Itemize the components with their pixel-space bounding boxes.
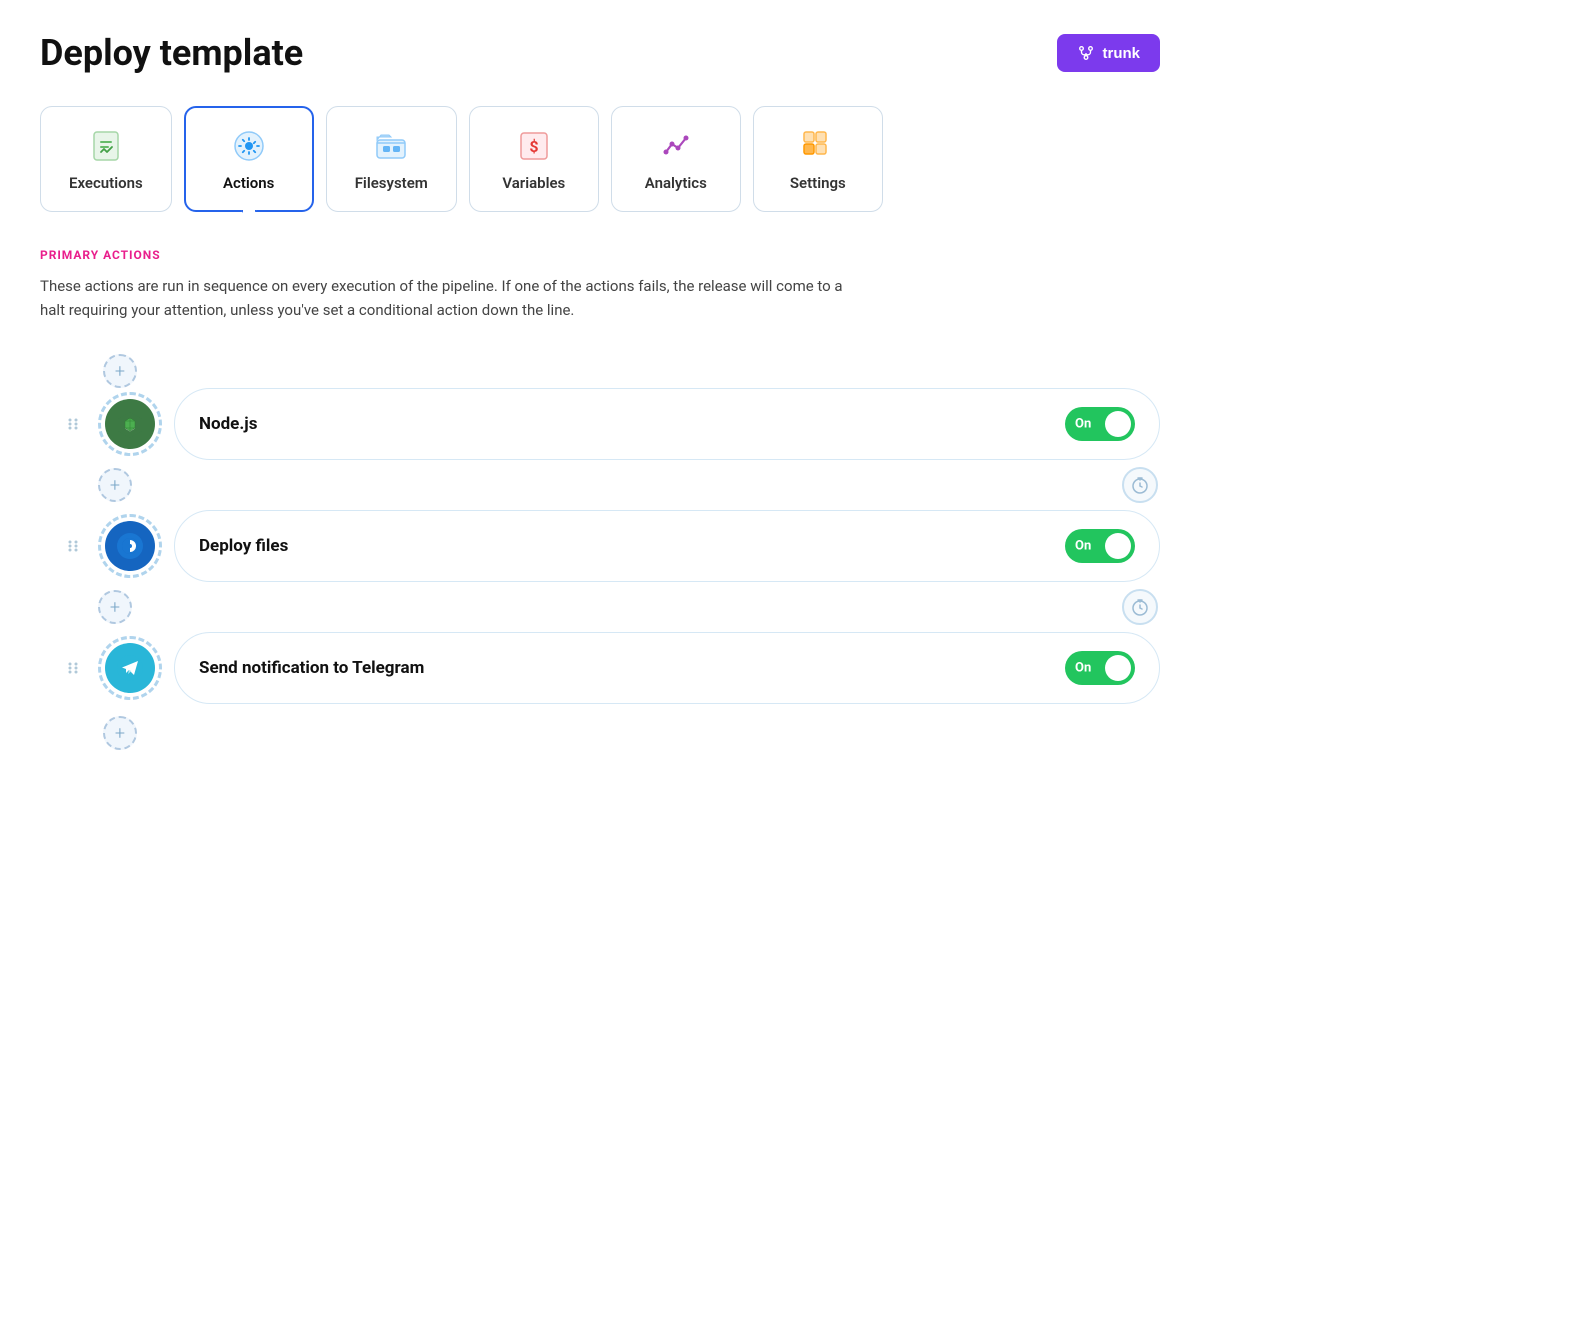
add-btn-top-wrap: + bbox=[90, 354, 150, 388]
action-name-telegram: Send notification to Telegram bbox=[199, 658, 424, 678]
action-row-telegram: Send notification to Telegram On bbox=[60, 632, 1160, 704]
executions-icon bbox=[86, 126, 126, 166]
pipeline-item-deploy: Deploy files On bbox=[60, 510, 1160, 582]
add-action-top-button[interactable]: + bbox=[103, 354, 137, 388]
connector-col-1: + bbox=[70, 460, 160, 510]
toggle-nodejs-knob bbox=[1105, 411, 1131, 437]
toggle-deploy-label: On bbox=[1075, 539, 1091, 554]
tab-actions[interactable]: Actions bbox=[184, 106, 314, 212]
timer-icon-1[interactable] bbox=[1122, 467, 1158, 503]
action-card-telegram[interactable]: Send notification to Telegram On bbox=[174, 632, 1160, 704]
action-name-nodejs: Node.js bbox=[199, 414, 257, 434]
action-name-deploy: Deploy files bbox=[199, 536, 288, 556]
page-header: Deploy template trunk bbox=[40, 32, 1160, 74]
tab-variables[interactable]: $ Variables bbox=[469, 106, 599, 212]
tab-settings[interactable]: Settings bbox=[753, 106, 883, 212]
toggle-nodejs[interactable]: On bbox=[1065, 407, 1135, 441]
add-action-bottom-button[interactable]: + bbox=[103, 716, 137, 750]
section-label: PRIMARY ACTIONS bbox=[40, 248, 1160, 262]
tab-variables-label: Variables bbox=[502, 174, 565, 192]
toggle-nodejs-label: On bbox=[1075, 417, 1091, 432]
pipeline-item-telegram: Send notification to Telegram On bbox=[60, 632, 1160, 704]
tab-actions-label: Actions bbox=[223, 174, 274, 192]
nodejs-icon: ⬡ bbox=[105, 399, 155, 449]
tab-settings-label: Settings bbox=[790, 174, 846, 192]
telegram-icon-wrap bbox=[98, 636, 162, 700]
telegram-icon bbox=[105, 643, 155, 693]
pipeline: + bbox=[40, 354, 1160, 750]
drag-handle-telegram[interactable] bbox=[60, 655, 86, 681]
drag-handle-nodejs[interactable] bbox=[60, 411, 86, 437]
toggle-telegram-slider: On bbox=[1065, 651, 1135, 685]
primary-actions-section: PRIMARY ACTIONS These actions are run in… bbox=[40, 248, 1160, 750]
add-btn-bottom-wrap: + bbox=[90, 716, 150, 750]
toggle-telegram-knob bbox=[1105, 655, 1131, 681]
tab-filesystem-label: Filesystem bbox=[355, 174, 428, 192]
pipeline-item-nodejs: ⬡ Node.js On bbox=[60, 388, 1160, 460]
timer-icon-2[interactable] bbox=[1122, 589, 1158, 625]
toggle-nodejs-slider: On bbox=[1065, 407, 1135, 441]
settings-icon bbox=[798, 126, 838, 166]
tab-executions[interactable]: Executions bbox=[40, 106, 172, 212]
toggle-telegram-label: On bbox=[1075, 661, 1091, 676]
add-action-middle-1-button[interactable]: + bbox=[98, 468, 132, 502]
toggle-deploy[interactable]: On bbox=[1065, 529, 1135, 563]
nodejs-icon-wrap: ⬡ bbox=[98, 392, 162, 456]
between-row-2: + bbox=[60, 582, 1160, 632]
add-action-middle-2-button[interactable]: + bbox=[98, 590, 132, 624]
toggle-deploy-slider: On bbox=[1065, 529, 1135, 563]
timer-icon-wrap-2 bbox=[160, 589, 1160, 625]
tab-analytics[interactable]: Analytics bbox=[611, 106, 741, 212]
action-card-nodejs[interactable]: Node.js On bbox=[174, 388, 1160, 460]
filesystem-icon bbox=[371, 126, 411, 166]
variables-icon: $ bbox=[514, 126, 554, 166]
action-row-deploy: Deploy files On bbox=[60, 510, 1160, 582]
trunk-button[interactable]: trunk bbox=[1057, 34, 1161, 72]
git-icon bbox=[1077, 44, 1095, 62]
tab-executions-label: Executions bbox=[69, 174, 143, 192]
tabs-container: Executions Actions Filesystem bbox=[40, 106, 1160, 212]
svg-text:$: $ bbox=[529, 137, 538, 156]
analytics-icon bbox=[656, 126, 696, 166]
action-card-deploy[interactable]: Deploy files On bbox=[174, 510, 1160, 582]
tab-analytics-label: Analytics bbox=[645, 174, 707, 192]
deploy-icon bbox=[105, 521, 155, 571]
actions-icon bbox=[229, 126, 269, 166]
drag-handle-deploy[interactable] bbox=[60, 533, 86, 559]
toggle-deploy-knob bbox=[1105, 533, 1131, 559]
toggle-telegram[interactable]: On bbox=[1065, 651, 1135, 685]
connector-col-2: + bbox=[70, 582, 160, 632]
tab-filesystem[interactable]: Filesystem bbox=[326, 106, 457, 212]
action-row-nodejs: ⬡ Node.js On bbox=[60, 388, 1160, 460]
trunk-label: trunk bbox=[1103, 45, 1141, 62]
between-row-1: + bbox=[60, 460, 1160, 510]
section-description: These actions are run in sequence on eve… bbox=[40, 274, 860, 322]
timer-icon-wrap-1 bbox=[160, 467, 1160, 503]
page-title: Deploy template bbox=[40, 32, 303, 74]
deploy-icon-wrap bbox=[98, 514, 162, 578]
